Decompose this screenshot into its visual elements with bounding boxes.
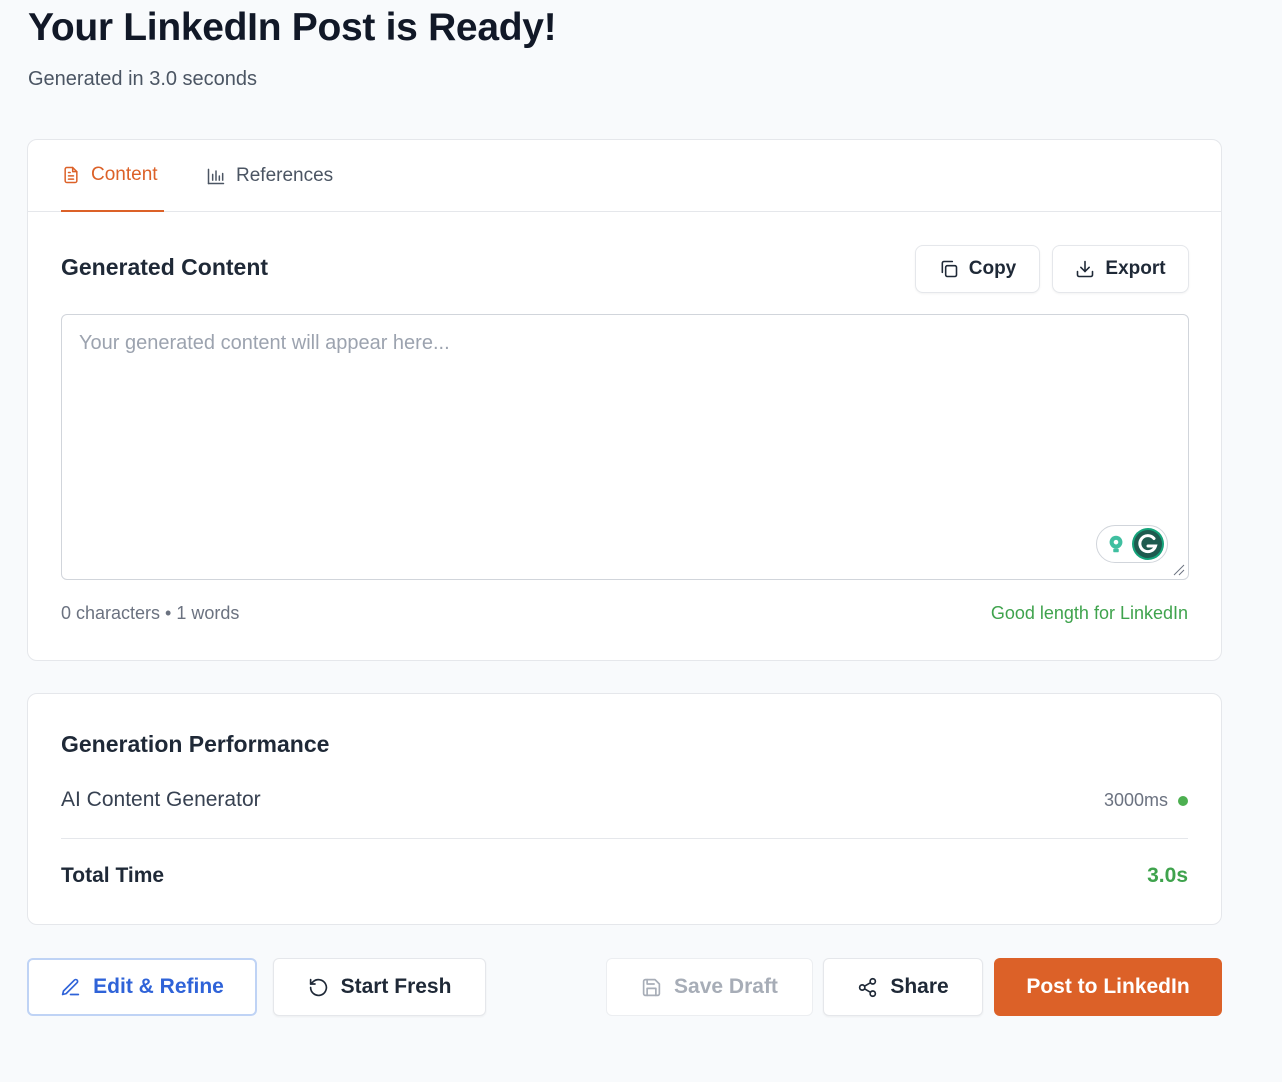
- length-status: Good length for LinkedIn: [990, 603, 1188, 623]
- copy-button[interactable]: Copy: [915, 245, 1040, 293]
- save-draft-button[interactable]: Save Draft: [606, 958, 813, 1016]
- edit-refine-button[interactable]: Edit & Refine: [27, 958, 257, 1016]
- export-button-label: Export: [1105, 258, 1166, 279]
- perf-row-label: AI Content Generator: [61, 788, 261, 811]
- start-fresh-label: Start Fresh: [340, 975, 452, 998]
- pencil-icon: [61, 978, 80, 995]
- share-icon: [859, 977, 877, 997]
- save-draft-label: Save Draft: [674, 975, 778, 998]
- grammarly-icon: [1132, 528, 1164, 560]
- tab-references[interactable]: References: [206, 140, 333, 212]
- tab-references-label: References: [236, 165, 334, 186]
- total-time-value: 3.0s: [1147, 864, 1188, 887]
- post-to-linkedin-button[interactable]: Post to LinkedIn: [994, 958, 1222, 1016]
- lightbulb-icon: [1109, 535, 1123, 553]
- document-icon: [64, 166, 78, 184]
- save-icon: [642, 978, 661, 996]
- tab-bar: Content References: [28, 140, 1221, 212]
- content-stats: 0 characters • 1 words: [61, 603, 240, 623]
- export-button[interactable]: Export: [1052, 245, 1189, 293]
- grammarly-widget[interactable]: [1096, 525, 1168, 563]
- copy-button-label: Copy: [968, 258, 1017, 279]
- content-placeholder: Your generated content will appear here.…: [79, 332, 450, 354]
- performance-card: Generation Performance AI Content Genera…: [27, 693, 1222, 925]
- perf-row-time: 3000ms: [1103, 790, 1168, 810]
- perf-row-value: 3000ms: [1104, 790, 1188, 811]
- bar-chart-icon: [207, 168, 225, 185]
- divider: [61, 838, 1188, 839]
- page-title: Your LinkedIn Post is Ready!: [28, 6, 557, 49]
- content-card: Content References Generated Content Cop…: [27, 139, 1222, 661]
- edit-refine-label: Edit & Refine: [93, 975, 224, 998]
- total-time-label: Total Time: [61, 864, 165, 887]
- share-label: Share: [890, 975, 949, 998]
- resize-handle-icon[interactable]: [1173, 564, 1185, 576]
- copy-icon: [941, 260, 958, 278]
- download-icon: [1077, 260, 1094, 278]
- generated-content-textarea[interactable]: Your generated content will appear here.…: [61, 314, 1189, 580]
- tab-content-label: Content: [91, 164, 158, 185]
- generated-content-title: Generated Content: [61, 254, 269, 280]
- generation-time-subtitle: Generated in 3.0 seconds: [28, 68, 258, 90]
- share-button[interactable]: Share: [823, 958, 983, 1016]
- tab-content[interactable]: Content: [61, 140, 164, 212]
- status-dot-icon: [1178, 795, 1188, 806]
- post-to-linkedin-label: Post to LinkedIn: [1026, 975, 1190, 998]
- rotate-icon: [309, 978, 327, 996]
- start-fresh-button[interactable]: Start Fresh: [273, 958, 486, 1016]
- performance-title: Generation Performance: [61, 731, 330, 757]
